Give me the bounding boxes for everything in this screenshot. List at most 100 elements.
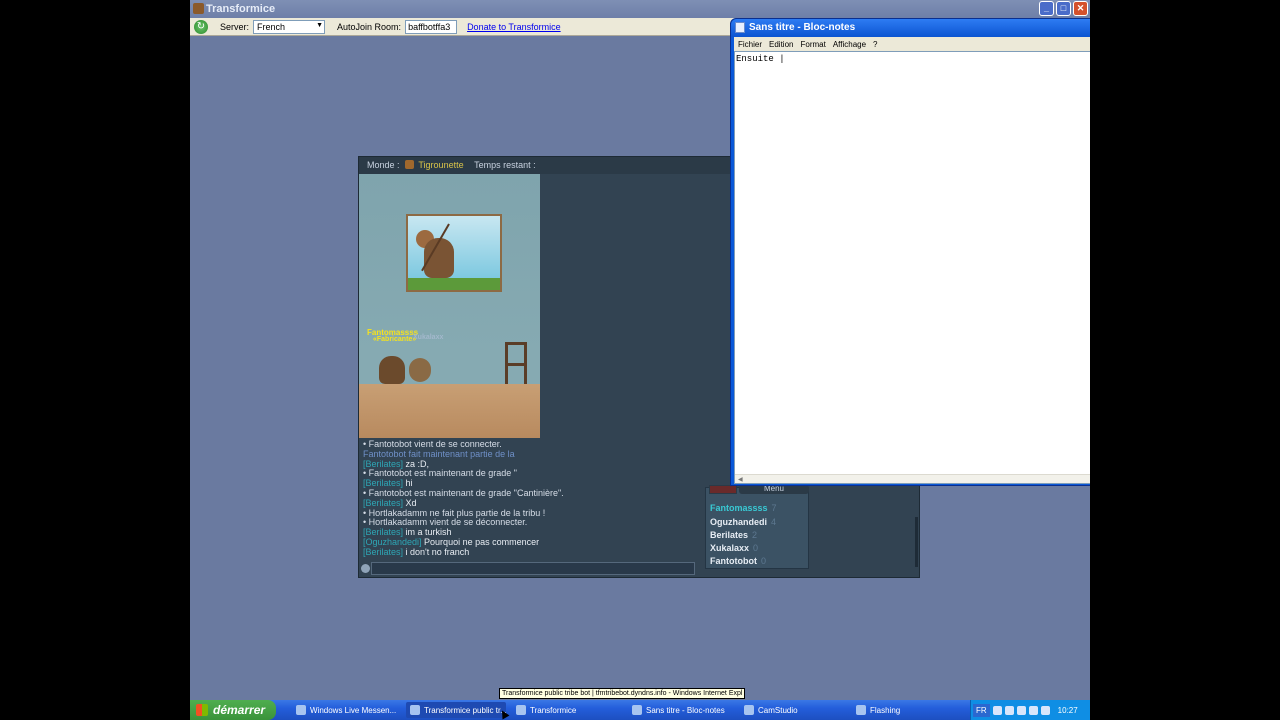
tray-icon[interactable] [1016,705,1026,715]
taskbar-item-label: CamStudio [758,705,798,715]
chat-message: i don't no franch [403,547,470,557]
horizontal-scrollbar[interactable]: ◀ [735,474,1090,483]
player-list-name: Berilates [710,530,749,540]
notepad-window: Sans titre - Bloc-notes Fichier Edition … [730,18,1090,486]
shaman-name: Tigrounette [418,160,464,170]
clock[interactable]: 10:27 [1058,706,1078,715]
avatar [709,485,737,494]
player-score: 0 [753,543,759,553]
tray-icon[interactable] [992,705,1002,715]
taskbar-item-label: Flashing [870,705,901,715]
player-list: Fantomassss 7 Oguzhandedi 4 Berilates 2 Xuk… [705,487,809,569]
tray-icon[interactable] [1004,705,1014,715]
autojoin-label: AutoJoin Room: [337,21,402,32]
taskbar-item-messenger[interactable]: Windows Live Messen... [292,702,400,718]
language-indicator[interactable]: FR [973,703,990,717]
maximize-icon[interactable]: □ [1056,1,1071,16]
chat-line: [Berilates] Xd [363,499,696,509]
taskbar: démarrer Windows Live Messen... Transfor… [190,700,1090,720]
taskbar-item-camstudio[interactable]: CamStudio [740,702,846,718]
chat-input[interactable] [371,562,695,575]
chat-message: Pourquoi ne pas commencer [421,537,540,547]
flashing-icon [856,705,866,715]
menu-help[interactable]: ? [873,40,877,49]
taskbar-item-notepad[interactable]: Sans titre - Bloc-notes [628,702,734,718]
taskbar-item-transformice[interactable]: Transformice [512,702,622,718]
transformice-titlebar[interactable]: Transformice _ □ ✕ [190,0,1090,18]
window-controls: _ □ ✕ [1039,1,1088,16]
notepad-window-title: Sans titre - Bloc-notes [749,22,856,33]
taskbar-item-flashing[interactable]: Flashing [852,702,942,718]
player-list-item[interactable]: Fantomassss 7 [710,503,777,513]
chat-line: • Hortlakadamm vient de se déconnecter. [363,518,528,528]
tray-icon[interactable] [1028,705,1038,715]
windows-logo-icon [196,704,208,716]
menu-button[interactable]: Menu [739,485,809,494]
chat-line: [Oguzhandedi] Pourquoi ne pas commencer [363,538,696,548]
menu-edition[interactable]: Edition [769,40,793,49]
chat-line: • Fantotobot vient de se connecter. [363,440,502,449]
time-remaining-label: Temps restant : [474,160,536,170]
menu-affichage[interactable]: Affichage [833,40,866,49]
chat-channel-icon[interactable] [361,564,370,573]
camstudio-icon [744,705,754,715]
wooden-floor [359,384,540,438]
autojoin-room-input[interactable]: baffbotffa3 [405,19,458,34]
player-list-name: Oguzhandedi [710,517,767,527]
player-mouse [379,356,405,384]
start-button[interactable]: démarrer [190,700,276,720]
start-button-label: démarrer [213,703,266,717]
chat-message: hi [403,479,413,489]
menu-fichier[interactable]: Fichier [738,40,762,49]
painting-grass [408,278,500,290]
donate-link[interactable]: Donate to Transformice [467,22,561,32]
server-select[interactable]: French ▼ [253,19,326,34]
menu-format[interactable]: Format [800,40,825,49]
player-score: 2 [752,530,758,540]
chat-author: [Berilates] [363,528,404,538]
player-list-item[interactable]: Xukalaxx 0 [710,543,758,553]
transformice-window-title: Transformice [206,3,276,15]
chat-log: • Fantotobot vient de se connecter. Fant… [361,438,696,560]
taskbar-item-ie[interactable]: Transformice public tr... [406,702,506,718]
world-label: Monde : [367,160,400,170]
server-label: Server: [220,21,250,32]
chevron-down-icon: ▼ [316,21,324,29]
taskbar-item-label: Windows Live Messen... [310,705,397,715]
player-list-name: Fantotobot [710,556,757,566]
chat-author: [Oguzhandedi] [363,537,422,547]
scroll-left-icon[interactable]: ◀ [738,476,743,483]
server-select-value: French [257,21,286,32]
transformice-icon [516,705,526,715]
fishing-mouse-painting [406,214,502,292]
close-icon[interactable]: ✕ [1073,1,1088,16]
chat-message: im a turkish [403,528,452,538]
player-list-item[interactable]: Berilates 2 [710,530,757,540]
notepad-text-area[interactable]: Ensuite | ◀ [734,51,1090,484]
notepad-content: Ensuite | [736,54,785,64]
notepad-titlebar[interactable]: Sans titre - Bloc-notes [731,19,1090,37]
taskbar-tooltip: Transformice public tribe bot | tfmtribe… [499,688,746,699]
refresh-icon[interactable]: ↻ [194,19,208,34]
chat-author: [Berilates] [363,459,404,469]
chat-line: • Hortlakadamm ne fait plus partie de la… [363,508,546,518]
chair [505,342,527,386]
player-title-tag: «Fabricante» [373,336,417,343]
taskbar-item-label: Transformice [530,705,577,715]
chat-line: [Berilates] im a turkish [363,528,696,538]
chat-line: • Fantotobot est maintenant de grade "Ca… [363,488,564,498]
player-list-scrollbar[interactable] [915,517,918,567]
mouse-avatar-icon [405,160,415,169]
chat-author: [Berilates] [363,479,404,489]
player-list-item[interactable]: Oguzhandedi 4 [710,517,776,527]
transformice-app-icon [193,3,204,14]
chat-message: za :D, [403,459,430,469]
player-name-tag: Xukalaxx [413,334,444,341]
player-list-item[interactable]: Fantotobot 0 [710,556,766,566]
player-score: 7 [771,503,777,513]
game-map[interactable]: Fantomassss «Fabricante» Xukalaxx [359,174,540,438]
minimize-icon[interactable]: _ [1039,1,1054,16]
desktop: Transformice _ □ ✕ ↻ Server: French ▼ Au… [190,0,1090,720]
internet-explorer-icon [410,705,420,715]
volume-icon[interactable] [1040,705,1050,715]
